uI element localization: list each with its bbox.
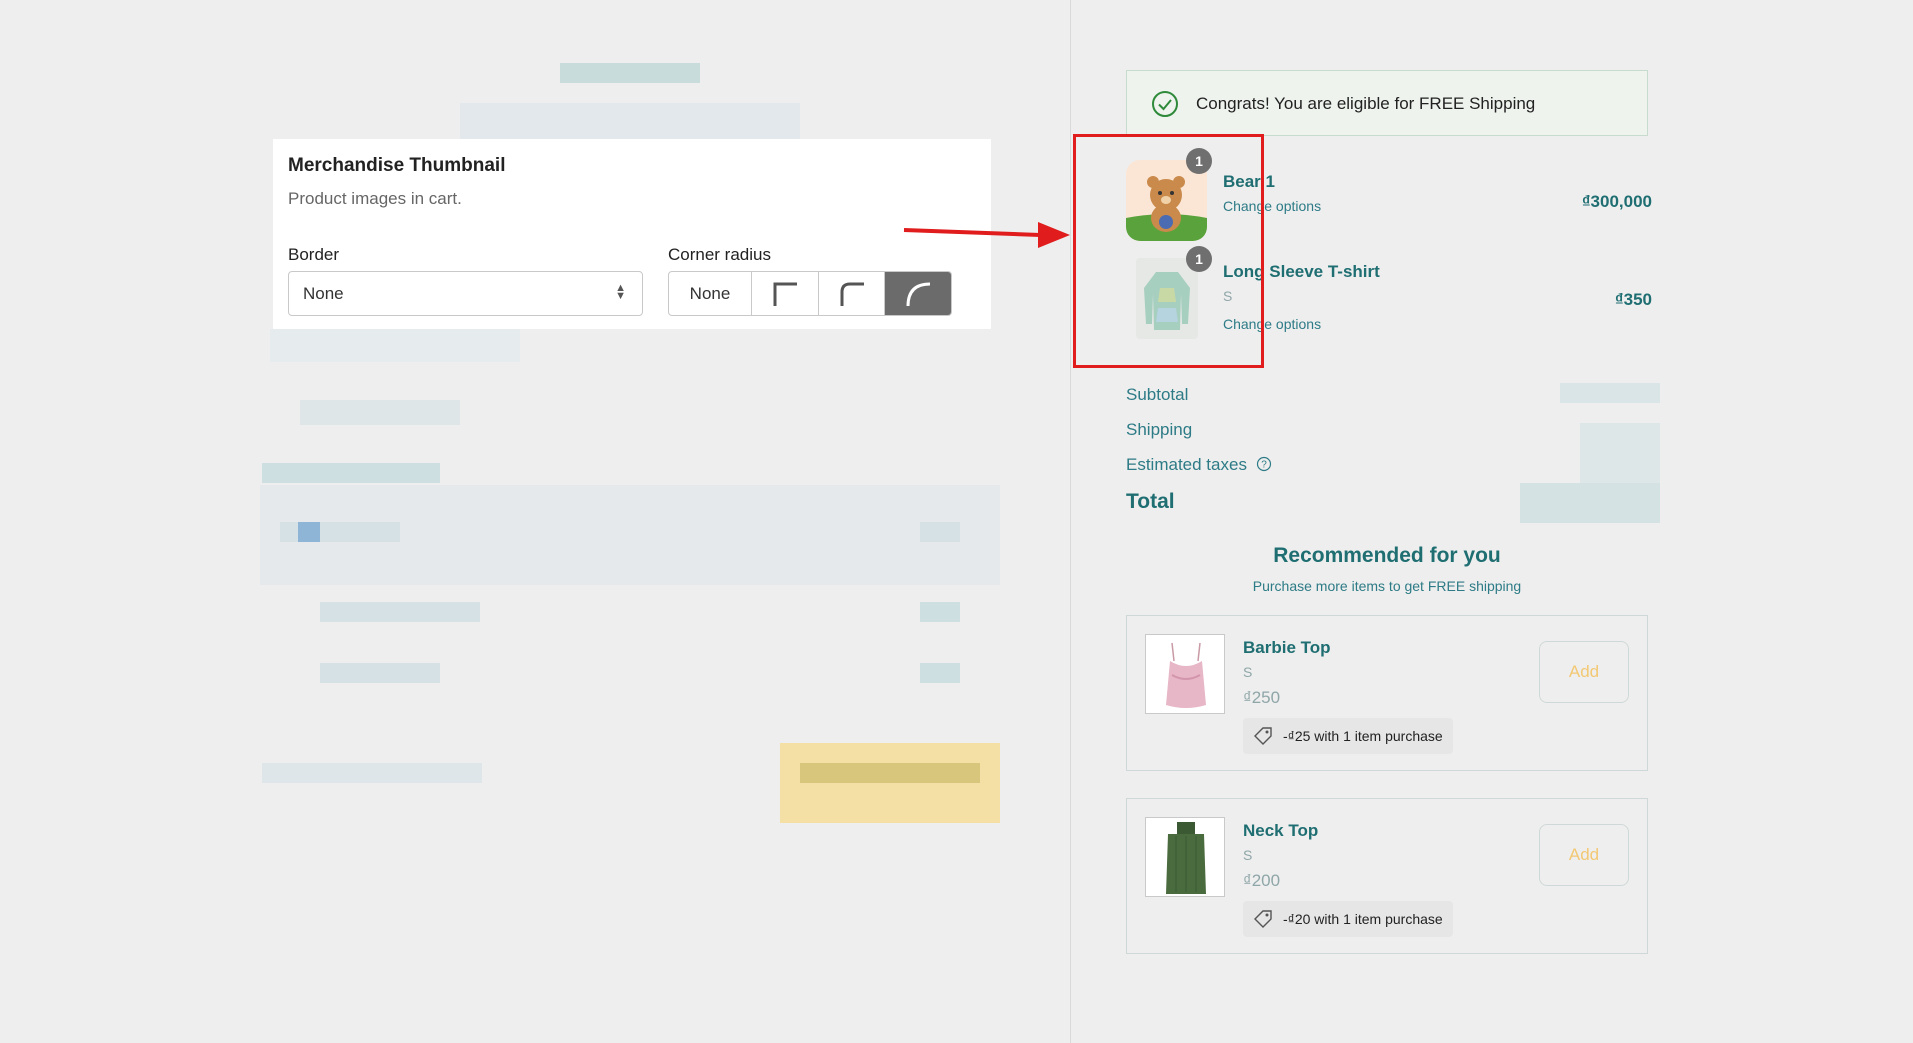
total-label: Total	[1126, 490, 1175, 513]
pink-top-image	[1145, 634, 1225, 714]
select-caret-icon: ▲ ▼	[615, 282, 626, 302]
svg-text:?: ?	[1261, 460, 1267, 471]
column-divider	[1070, 0, 1071, 1043]
discount-text: -₫25 with 1 item purchase	[1283, 728, 1443, 744]
settings-description: Product images in cart.	[288, 189, 462, 208]
recommendation-name[interactable]: Barbie Top	[1243, 638, 1331, 658]
recommendation-price: ₫200	[1243, 871, 1281, 890]
check-circle-icon	[1152, 91, 1178, 117]
free-shipping-banner: Congrats! You are eligible for FREE Ship…	[1126, 70, 1648, 136]
border-select-value: None	[303, 284, 344, 303]
cart-item-price: ₫350	[1614, 290, 1652, 309]
border-label: Border	[288, 245, 340, 264]
shipping-message: Congrats! You are eligible for FREE Ship…	[1196, 94, 1536, 113]
merchandise-thumbnail-settings: Merchandise Thumbnail Product images in …	[273, 139, 991, 329]
add-button[interactable]: Add	[1539, 824, 1629, 886]
recommendation-card: Neck Top S ₫200 Add -₫20 with 1 item pur…	[1126, 798, 1648, 954]
highlight-box	[1073, 134, 1264, 368]
settings-title: Merchandise Thumbnail	[288, 155, 506, 176]
subtotal-label: Subtotal	[1126, 385, 1189, 404]
recommendation-variant: S	[1243, 847, 1253, 863]
discount-badge: -₫25 with 1 item purchase	[1243, 718, 1453, 754]
add-button[interactable]: Add	[1539, 641, 1629, 703]
border-select[interactable]: None ▲ ▼	[288, 271, 643, 316]
recommendation-name[interactable]: Neck Top	[1243, 821, 1318, 841]
square-corner-icon	[773, 282, 797, 306]
shipping-label: Shipping	[1126, 420, 1193, 439]
corner-radius-none-button[interactable]: None	[669, 272, 752, 315]
recommendation-card: Barbie Top S ₫250 Add -₫25 with 1 item p…	[1126, 615, 1648, 771]
tag-icon	[1254, 910, 1272, 928]
corner-radius-options: None	[668, 271, 952, 316]
corner-radius-label: Corner radius	[668, 245, 771, 264]
recommendation-price: ₫250	[1243, 688, 1281, 707]
cart-item-price: ₫300,000	[1581, 192, 1652, 211]
recommendations-title: Recommended for you	[1273, 544, 1501, 567]
large-radius-icon	[906, 282, 931, 306]
recommendations-subtitle: Purchase more items to get FREE shipping	[1252, 578, 1522, 594]
recommendation-variant: S	[1243, 664, 1253, 680]
discount-badge: -₫20 with 1 item purchase	[1243, 901, 1453, 937]
corner-none-label: None	[689, 283, 731, 303]
corner-radius-small-button[interactable]	[819, 272, 885, 315]
estimated-taxes-row: Estimated taxes ?	[1126, 455, 1272, 475]
annotation-arrow-icon	[903, 222, 1070, 248]
help-circle-icon[interactable]: ?	[1256, 456, 1272, 472]
discount-text: -₫20 with 1 item purchase	[1283, 911, 1443, 927]
green-top-image	[1145, 817, 1225, 897]
estimated-taxes-label: Estimated taxes	[1126, 455, 1247, 474]
tag-icon	[1254, 727, 1272, 745]
small-radius-icon	[840, 282, 864, 306]
corner-radius-square-button[interactable]	[752, 272, 819, 315]
corner-radius-large-button[interactable]	[885, 272, 951, 315]
